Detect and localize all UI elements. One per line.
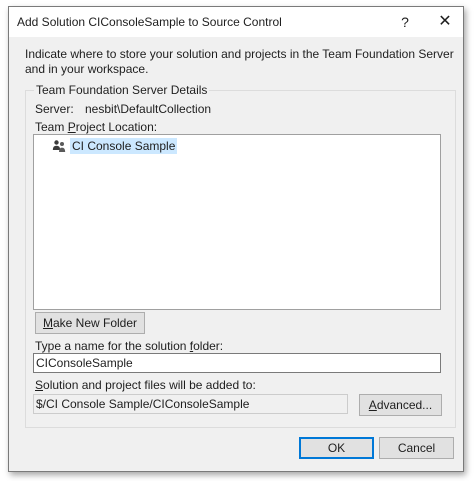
make-new-folder-button[interactable]: Make New Folder <box>35 312 145 334</box>
server-label: Server: <box>35 102 74 116</box>
close-button[interactable]: ✕ <box>427 7 463 37</box>
team-project-location-label: Team Project Location: <box>35 120 158 134</box>
add-to-source-control-dialog: Add Solution CIConsoleSample to Source C… <box>8 6 464 472</box>
group-label: Team Foundation Server Details <box>34 83 210 97</box>
server-value: nesbit\DefaultCollection <box>85 102 212 116</box>
tree-item-label: CI Console Sample <box>70 138 178 154</box>
help-button[interactable]: ? <box>387 7 423 37</box>
solution-folder-name-input[interactable] <box>33 353 441 373</box>
title-bar[interactable]: Add Solution CIConsoleSample to Source C… <box>9 7 463 37</box>
cancel-button[interactable]: Cancel <box>379 437 454 459</box>
instruction-text: Indicate where to store your solution an… <box>25 47 454 76</box>
team-project-tree[interactable]: CI Console Sample <box>33 134 441 310</box>
server-path-field: $/CI Console Sample/CIConsoleSample <box>33 394 348 414</box>
tree-item-ci-console-sample[interactable]: CI Console Sample <box>52 138 181 154</box>
advanced-button[interactable]: Advanced... <box>359 394 442 416</box>
files-destination-label: Solution and project files will be added… <box>35 378 256 392</box>
folder-name-label: Type a name for the solution folder: <box>35 339 224 353</box>
window-title: Add Solution CIConsoleSample to Source C… <box>17 15 282 29</box>
team-project-icon <box>52 140 66 152</box>
ok-button[interactable]: OK <box>299 437 374 459</box>
